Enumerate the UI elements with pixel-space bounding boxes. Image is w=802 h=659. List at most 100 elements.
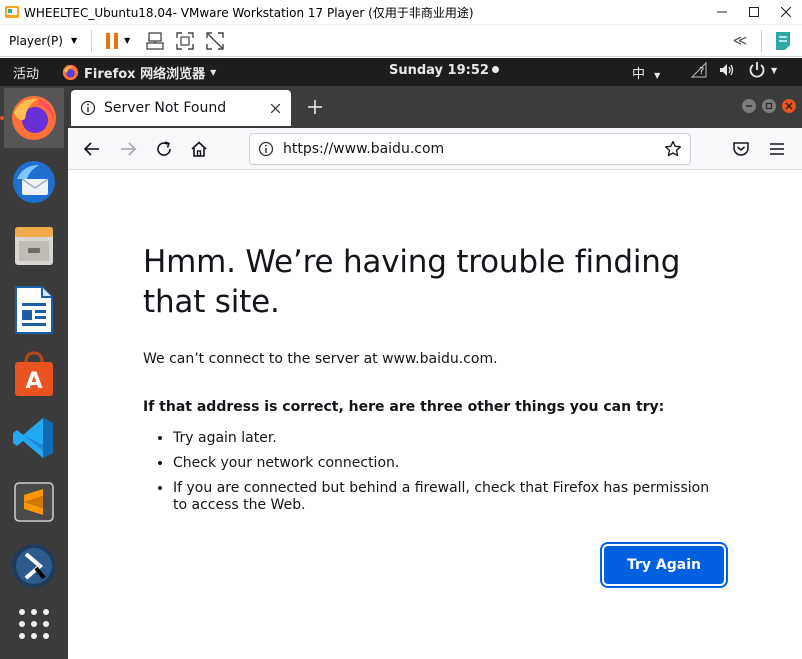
clock[interactable]: Sunday 19:52 (389, 63, 499, 78)
list-item: If you are connected but behind a firewa… (173, 480, 718, 514)
window-controls (736, 99, 796, 113)
shopping-bag-icon: A (15, 351, 53, 396)
star-icon (664, 140, 682, 157)
ubuntu-dock: A (0, 86, 68, 659)
fullscreen-button[interactable] (170, 27, 200, 55)
pause-vm-button[interactable] (100, 27, 124, 55)
chevron-down-icon: ▼ (210, 67, 217, 77)
close-icon (781, 7, 791, 17)
notes-icon (776, 31, 790, 50)
minimize-icon (717, 11, 727, 13)
network-unknown-icon: ? (690, 61, 707, 78)
firefox-tab-bar: Server Not Found (68, 86, 802, 128)
new-tab-button[interactable] (304, 96, 326, 118)
forward-button[interactable] (118, 139, 138, 159)
error-page: Hmm. We’re having trouble finding that s… (68, 170, 802, 659)
try-again-button[interactable]: Try Again (604, 546, 724, 584)
site-info-button[interactable] (257, 140, 275, 158)
info-icon (258, 141, 274, 157)
window-title: WHEELTEC_Ubuntu18.04- VMware Workstation… (24, 5, 474, 20)
dock-item-firefox[interactable] (4, 88, 64, 148)
reload-button[interactable] (154, 139, 174, 159)
info-icon (80, 100, 96, 116)
gnome-top-bar: 活动 Firefox 网络浏览器 ▼ Sunday 19:52 中 ▼ ? ▼ (0, 58, 802, 86)
player-menu[interactable]: Player(P) ▼ (0, 29, 83, 53)
arrow-left-icon (83, 142, 99, 156)
toolbar-divider (91, 29, 93, 52)
vm-notes-button[interactable] (768, 27, 798, 55)
maximize-icon (765, 102, 773, 110)
maximize-icon (749, 7, 759, 17)
app-menu[interactable]: Firefox 网络浏览器 ▼ (62, 63, 216, 82)
pocket-button[interactable] (731, 139, 751, 159)
firefox-icon (12, 96, 56, 140)
tab-server-not-found[interactable]: Server Not Found (71, 90, 291, 126)
close-icon (270, 103, 280, 114)
back-button[interactable] (82, 139, 102, 159)
dock-item-thunderbird[interactable] (4, 152, 64, 212)
error-suggestions-heading: If that address is correct, here are thr… (143, 399, 665, 415)
pocket-icon (733, 142, 749, 156)
dock-item-ubuntu-software[interactable]: A (4, 344, 64, 404)
minimize-icon (746, 105, 752, 107)
firefox-nav-bar (68, 128, 802, 170)
dock-item-libreoffice-writer[interactable] (4, 280, 64, 340)
thunderbird-icon (13, 161, 55, 203)
minimize-button[interactable] (742, 99, 756, 113)
maximize-button[interactable] (762, 99, 776, 113)
reload-icon (157, 141, 171, 156)
tab-title: Server Not Found (104, 100, 227, 116)
pause-icon (106, 32, 119, 49)
send-ctrl-alt-del-button[interactable] (140, 27, 170, 55)
chevron-down-icon: ▼ (654, 71, 661, 80)
dock-item-kodi[interactable] (4, 536, 64, 596)
dock-item-vscode[interactable] (4, 408, 64, 468)
system-tray[interactable]: ? ▼ (690, 61, 777, 79)
vscode-icon (13, 418, 53, 458)
home-button[interactable] (189, 139, 209, 159)
clock-text: Sunday 19:52 (389, 63, 489, 78)
arrow-right-icon (121, 142, 137, 156)
svg-text:?: ? (699, 66, 704, 77)
player-menu-label: Player(P) (9, 33, 63, 48)
show-applications-button[interactable] (4, 594, 64, 654)
close-window-button[interactable] (770, 0, 802, 25)
hamburger-menu-icon (770, 143, 784, 155)
url-bar[interactable] (249, 133, 691, 165)
unity-mode-button[interactable] (200, 27, 230, 55)
chevron-down-icon: ▼ (70, 36, 78, 45)
vmware-toolbar: Player(P) ▼ ▼ ≪ (0, 25, 802, 57)
minimize-button[interactable] (706, 0, 738, 25)
chevron-down-icon: ▼ (771, 65, 778, 75)
home-icon (191, 141, 207, 157)
sublime-text-icon (14, 482, 54, 522)
plus-icon (308, 100, 322, 114)
url-input[interactable] (283, 141, 653, 157)
svg-text:A: A (25, 369, 42, 394)
dock-item-files[interactable] (4, 216, 64, 276)
fullscreen-icon (176, 31, 194, 50)
volume-icon (720, 64, 734, 76)
menu-button[interactable] (767, 139, 787, 159)
double-chevron-left-icon: ≪ (732, 32, 748, 49)
firefox-icon (62, 64, 79, 80)
vmware-titlebar: WHEELTEC_Ubuntu18.04- VMware Workstation… (0, 0, 802, 25)
dock-item-sublime-text[interactable] (4, 472, 64, 532)
toolbar-divider (761, 29, 762, 52)
collapse-toolbar-button[interactable]: ≪ (725, 27, 755, 55)
bookmark-button[interactable] (664, 140, 682, 162)
list-item: Try again later. (173, 430, 718, 447)
input-method-label: 中 (632, 67, 646, 82)
send-keys-icon (146, 31, 164, 50)
close-icon (785, 102, 793, 110)
vmware-app-icon (5, 6, 19, 18)
notification-dot-icon (491, 66, 499, 73)
document-writer-icon (15, 286, 53, 334)
close-window-button[interactable] (782, 99, 796, 113)
chevron-down-icon[interactable]: ▼ (124, 36, 130, 45)
power-icon (749, 62, 765, 78)
activities-button[interactable]: 活动 (0, 63, 56, 82)
input-method-menu[interactable]: 中 ▼ (632, 63, 660, 82)
maximize-button[interactable] (738, 0, 770, 25)
close-tab-button[interactable] (265, 99, 285, 117)
